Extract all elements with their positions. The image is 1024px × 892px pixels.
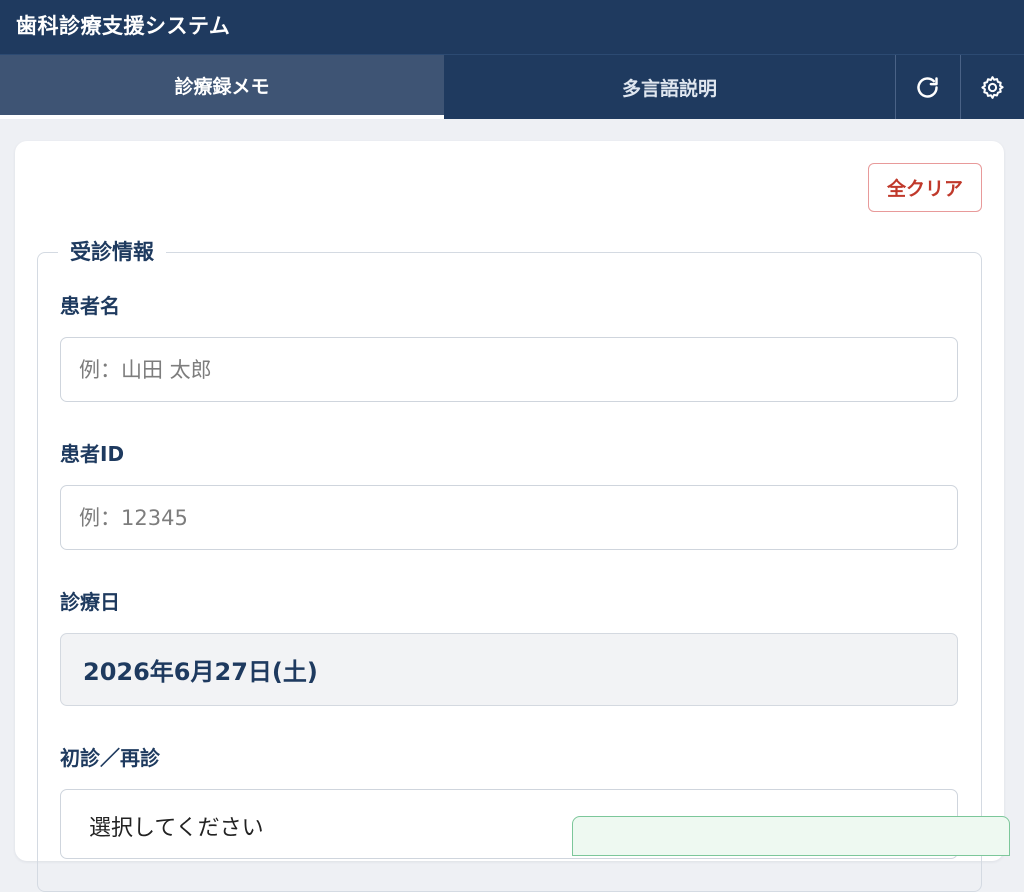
patient-name-input[interactable] — [60, 337, 958, 402]
visit-date-label: 診療日 — [60, 590, 120, 614]
settings-button[interactable] — [960, 55, 1024, 119]
gear-icon — [981, 75, 1004, 99]
notification-toast — [572, 816, 1010, 856]
tab-bar: 診療録メモ 多言語説明 — [0, 55, 1024, 119]
tab-medical-record-memo[interactable]: 診療録メモ — [0, 55, 444, 119]
clear-all-button[interactable]: 全クリア — [868, 163, 982, 212]
app-header: 歯科診療支援システム — [0, 0, 1024, 55]
form-card: 全クリア 受診情報 患者名 患者ID 診療日 2026年6月27日(土) 初診／… — [15, 141, 1004, 892]
section-title: 受診情報 — [58, 236, 166, 266]
patient-id-label: 患者ID — [60, 442, 125, 466]
app-title: 歯科診療支援システム — [16, 14, 231, 38]
refresh-button[interactable] — [895, 55, 959, 119]
patient-name-label: 患者名 — [60, 294, 120, 318]
visit-date-field: 2026年6月27日(土) — [60, 633, 958, 706]
refresh-icon — [917, 76, 938, 98]
visit-type-label: 初診／再診 — [60, 746, 160, 770]
patient-id-input[interactable] — [60, 485, 958, 550]
tab-multilingual-explanation[interactable]: 多言語説明 — [444, 55, 895, 119]
